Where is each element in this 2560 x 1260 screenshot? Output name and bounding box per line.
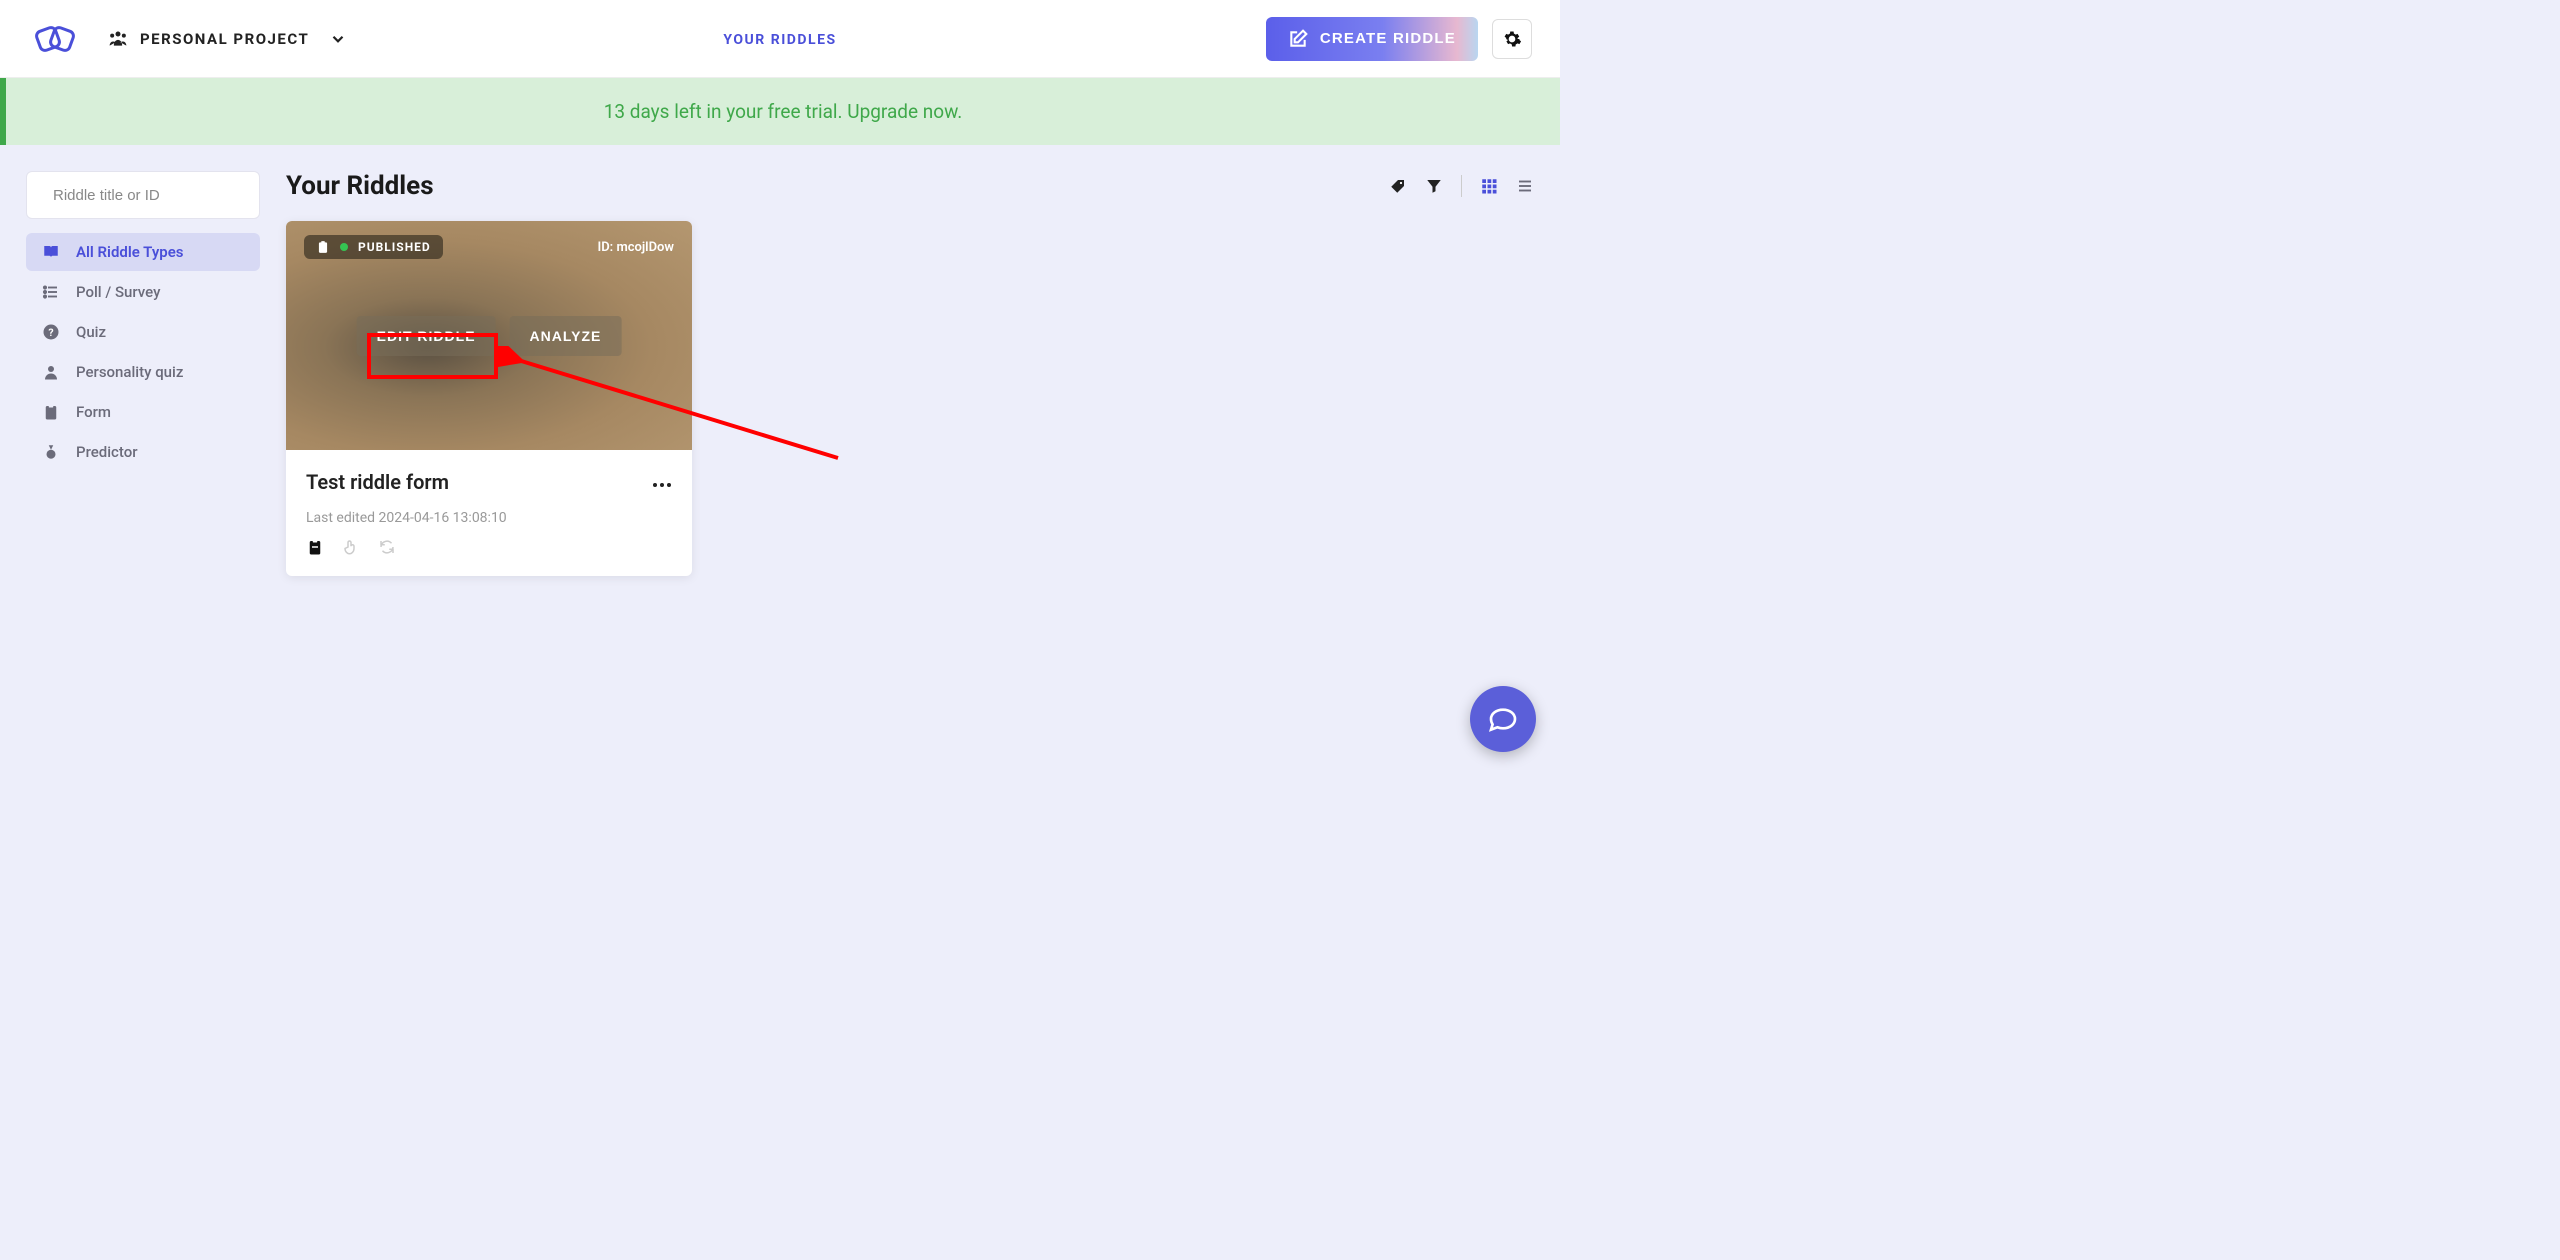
sidebar-item-label: Predictor <box>76 443 138 461</box>
hand-icon <box>342 538 360 556</box>
user-icon <box>42 363 60 381</box>
people-icon <box>108 29 128 49</box>
status-dot <box>340 243 348 251</box>
project-selector[interactable]: PERSONAL PROJECT <box>108 29 347 49</box>
card-id: ID: mcojlDow <box>597 240 674 255</box>
card-last-edited: Last edited 2024-04-16 13:08:10 <box>306 510 672 526</box>
edit-riddle-button[interactable]: EDIT RIDDLE <box>357 316 496 356</box>
card-title-row: Test riddle form <box>306 470 672 494</box>
sidebar-list: All Riddle Types Poll / Survey ? Quiz Pe… <box>26 233 260 471</box>
nav-your-riddles[interactable]: YOUR RIDDLES <box>723 32 836 48</box>
content-header: Your Riddles <box>286 171 1534 201</box>
content-area: Your Riddles <box>286 171 1534 576</box>
main-layout: All Riddle Types Poll / Survey ? Quiz Pe… <box>0 145 1560 602</box>
card-hover-actions: EDIT RIDDLE ANALYZE <box>357 316 622 356</box>
tag-filter-button[interactable] <box>1389 177 1407 195</box>
header-right: CREATE RIDDLE <box>1266 17 1532 61</box>
sidebar-item-poll[interactable]: Poll / Survey <box>26 273 260 311</box>
sidebar-item-label: Personality quiz <box>76 363 183 381</box>
list-icon <box>42 283 60 301</box>
sidebar-item-personality[interactable]: Personality quiz <box>26 353 260 391</box>
sidebar-item-label: Quiz <box>76 323 106 341</box>
sidebar-item-label: Poll / Survey <box>76 283 160 301</box>
search-input[interactable] <box>53 187 252 204</box>
create-riddle-button[interactable]: CREATE RIDDLE <box>1266 17 1478 61</box>
form-type-icon <box>306 538 324 556</box>
card-title: Test riddle form <box>306 470 449 494</box>
clipboard-small-icon <box>316 240 330 254</box>
card-body: Test riddle form Last edited 2024-04-16 … <box>286 450 692 576</box>
trial-banner: 13 days left in your free trial. Upgrade… <box>0 78 1560 145</box>
card-top-row: PUBLISHED ID: mcojlDow <box>304 235 674 259</box>
logo[interactable] <box>28 19 84 59</box>
list-lines-icon <box>1516 177 1534 195</box>
funnel-icon <box>1425 177 1443 195</box>
sidebar: All Riddle Types Poll / Survey ? Quiz Pe… <box>26 171 260 576</box>
card-preview: PUBLISHED ID: mcojlDow EDIT RIDDLE ANALY… <box>286 221 692 450</box>
chat-icon <box>1487 703 1519 735</box>
sidebar-item-quiz[interactable]: ? Quiz <box>26 313 260 351</box>
chevron-down-icon <box>329 30 347 48</box>
logo-icon <box>28 19 84 59</box>
toolbar <box>1389 175 1534 197</box>
edit-icon <box>1288 29 1308 49</box>
header-nav: YOUR RIDDLES <box>723 29 836 48</box>
grid-icon <box>1480 177 1498 195</box>
search-box[interactable] <box>26 171 260 219</box>
app-header: PERSONAL PROJECT YOUR RIDDLES CREATE RID… <box>0 0 1560 78</box>
clipboard-icon <box>42 403 60 421</box>
sidebar-item-predictor[interactable]: Predictor <box>26 433 260 471</box>
dots-horizontal-icon <box>652 482 672 488</box>
svg-text:?: ? <box>48 326 53 339</box>
grid-view-button[interactable] <box>1480 177 1498 195</box>
project-label: PERSONAL PROJECT <box>140 30 309 48</box>
book-open-icon <box>42 243 60 261</box>
medal-icon <box>42 443 60 461</box>
filter-button[interactable] <box>1425 177 1443 195</box>
list-view-button[interactable] <box>1516 177 1534 195</box>
toolbar-divider <box>1461 175 1462 197</box>
question-circle-icon: ? <box>42 323 60 341</box>
gear-icon <box>1502 29 1522 49</box>
tag-icon <box>1389 177 1407 195</box>
sync-icon <box>378 538 396 556</box>
sidebar-item-label: All Riddle Types <box>76 243 184 261</box>
analyze-button[interactable]: ANALYZE <box>510 316 622 356</box>
create-riddle-label: CREATE RIDDLE <box>1320 30 1456 47</box>
status-badge: PUBLISHED <box>304 235 443 259</box>
settings-button[interactable] <box>1492 19 1532 59</box>
sidebar-item-form[interactable]: Form <box>26 393 260 431</box>
page-title: Your Riddles <box>286 171 434 201</box>
card-menu-button[interactable] <box>652 473 672 492</box>
card-footer-icons <box>306 538 672 556</box>
sidebar-item-all-types[interactable]: All Riddle Types <box>26 233 260 271</box>
status-label: PUBLISHED <box>358 240 431 254</box>
trial-banner-text[interactable]: 13 days left in your free trial. Upgrade… <box>604 100 963 123</box>
chat-button[interactable] <box>1470 686 1536 752</box>
sidebar-item-label: Form <box>76 403 111 421</box>
riddle-card[interactable]: PUBLISHED ID: mcojlDow EDIT RIDDLE ANALY… <box>286 221 692 576</box>
